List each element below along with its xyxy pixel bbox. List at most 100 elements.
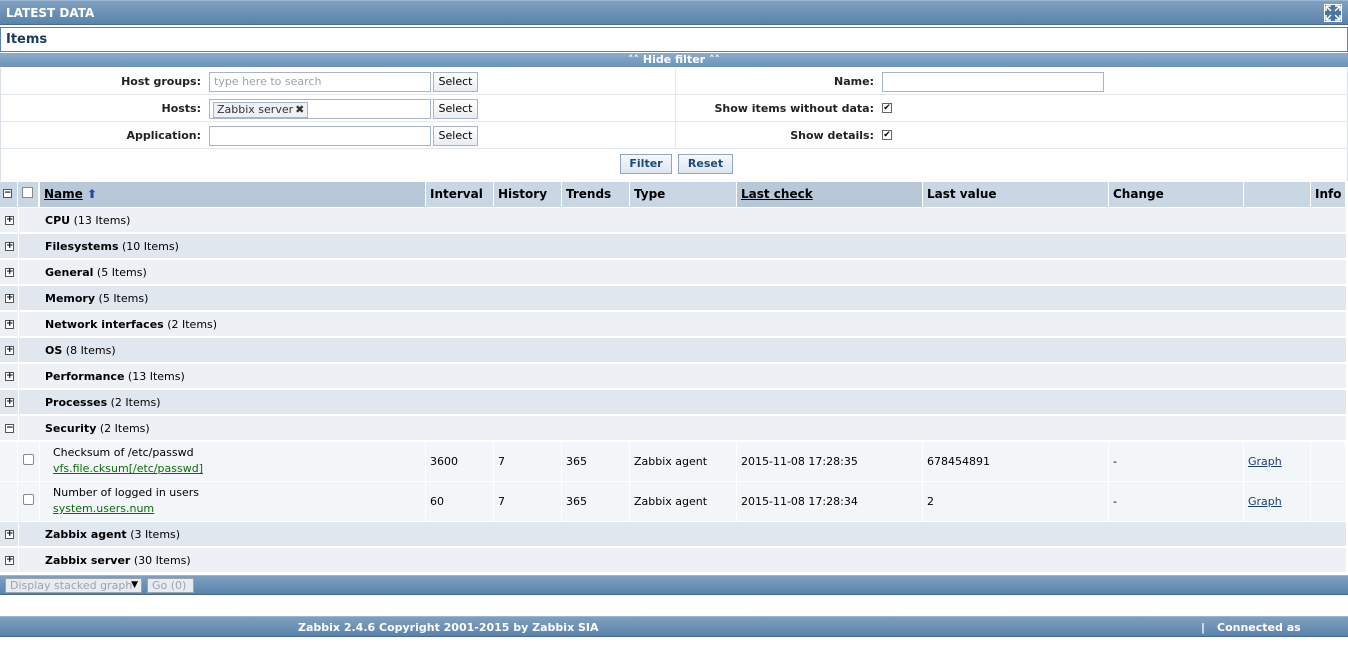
column-graph <box>1244 182 1311 207</box>
column-history: History <box>494 182 562 207</box>
group-label: Processes (2 Items) <box>45 396 161 409</box>
filter-panel: Host groups: type here to search Select … <box>0 68 1348 181</box>
select-all-checkbox-cell <box>18 182 39 207</box>
select-all-checkbox[interactable] <box>22 187 33 198</box>
page-header-title: LATEST DATA <box>6 6 95 20</box>
item-history: 7 <box>494 442 562 482</box>
application-label: Application: <box>126 129 201 142</box>
column-interval: Interval <box>426 182 494 207</box>
chevron-up-icon: ˄˄ <box>708 53 720 66</box>
group-row-security[interactable]: − Security (2 Items) <box>0 416 1346 441</box>
item-key-link[interactable]: system.users.num <box>53 501 199 517</box>
expand-icon[interactable]: + <box>5 268 14 277</box>
expand-icon[interactable]: + <box>5 294 14 303</box>
group-label: Zabbix server (30 Items) <box>45 554 191 567</box>
chevron-up-icon: ˄˄ <box>628 53 640 66</box>
item-type: Zabbix agent <box>630 482 737 522</box>
name-input[interactable] <box>882 72 1104 92</box>
expand-icon[interactable]: + <box>5 372 14 381</box>
host-chip: Zabbix server ✖ <box>213 102 309 118</box>
group-row-performance[interactable]: + Performance (13 Items) <box>0 364 1346 389</box>
filter-row-application: Application: Select Show details: ✔ <box>1 122 1348 149</box>
item-interval: 3600 <box>426 442 494 482</box>
fullscreen-icon[interactable] <box>1324 4 1342 22</box>
host-groups-label: Host groups: <box>121 75 201 88</box>
expand-icon[interactable]: + <box>5 556 14 565</box>
item-key-link[interactable]: vfs.file.cksum[/etc/passwd] <box>53 461 203 477</box>
remove-chip-icon[interactable]: ✖ <box>295 103 304 116</box>
group-row-cpu[interactable]: + CPU (13 Items) <box>0 208 1346 233</box>
expand-icon[interactable]: + <box>5 530 14 539</box>
group-row-processes[interactable]: + Processes (2 Items) <box>0 390 1346 415</box>
group-row-os[interactable]: + OS (8 Items) <box>0 338 1346 363</box>
column-name[interactable]: Name ⬆ <box>40 182 426 207</box>
application-input[interactable] <box>209 126 431 146</box>
item-interval: 60 <box>426 482 494 522</box>
application-select-button[interactable]: Select <box>433 126 478 146</box>
copyright-text: Zabbix 2.4.6 Copyright 2001-2015 by Zabb… <box>298 621 599 634</box>
page-footer: Zabbix 2.4.6 Copyright 2001-2015 by Zabb… <box>0 616 1348 655</box>
graph-link[interactable]: Graph <box>1248 495 1282 508</box>
page-header: LATEST DATA <box>0 0 1348 25</box>
item-history: 7 <box>494 482 562 522</box>
column-name-label[interactable]: Name <box>44 187 83 201</box>
show-details-checkbox[interactable]: ✔ <box>882 130 892 140</box>
column-change: Change <box>1109 182 1244 207</box>
item-last-check: 2015-11-08 17:28:34 <box>737 482 923 522</box>
footer-divider: | <box>1201 621 1206 634</box>
hosts-input[interactable]: Zabbix server ✖ <box>209 99 431 119</box>
table-row: Number of logged in users system.users.n… <box>0 482 1346 522</box>
hosts-label: Hosts: <box>161 102 201 115</box>
group-row-zabbix-server[interactable]: + Zabbix server (30 Items) <box>0 548 1346 573</box>
filter-toggle-label: Hide filter <box>642 53 706 66</box>
connected-as-text: Connected as 'Admin' <box>1217 621 1301 655</box>
expand-icon[interactable]: + <box>5 346 14 355</box>
column-last-check-label[interactable]: Last check <box>741 187 813 201</box>
item-change: - <box>1109 482 1244 522</box>
group-label: Memory (5 Items) <box>45 292 149 305</box>
item-last-value: 2 <box>923 482 1109 522</box>
column-trends: Trends <box>562 182 630 207</box>
column-last-value: Last value <box>923 182 1109 207</box>
name-label: Name: <box>834 75 874 88</box>
item-type: Zabbix agent <box>630 442 737 482</box>
column-type: Type <box>630 182 737 207</box>
expand-icon[interactable]: + <box>5 398 14 407</box>
show-without-data-label: Show items without data: <box>714 102 874 115</box>
filter-toggle[interactable]: ˄˄ Hide filter ˄˄ <box>0 53 1348 67</box>
group-row-general[interactable]: + General (5 Items) <box>0 260 1346 285</box>
filter-button[interactable]: Filter <box>620 154 672 174</box>
show-without-data-checkbox[interactable]: ✔ <box>882 103 892 113</box>
collapse-icon[interactable]: − <box>5 424 14 433</box>
group-row-memory[interactable]: + Memory (5 Items) <box>0 286 1346 311</box>
group-label: OS (8 Items) <box>45 344 116 357</box>
item-last-check: 2015-11-08 17:28:35 <box>737 442 923 482</box>
sort-asc-icon: ⬆ <box>86 187 98 201</box>
reset-button[interactable]: Reset <box>678 154 733 174</box>
dropdown-arrow-icon: ▼ <box>131 580 138 590</box>
group-label: Network interfaces (2 Items) <box>45 318 218 331</box>
filter-row-host-groups: Host groups: type here to search Select … <box>1 68 1348 95</box>
expand-icon[interactable]: + <box>5 320 14 329</box>
column-last-check[interactable]: Last check <box>737 182 923 207</box>
expand-icon[interactable]: + <box>5 242 14 251</box>
item-trends: 365 <box>562 442 630 482</box>
group-label: Performance (13 Items) <box>45 370 185 383</box>
go-button[interactable]: Go (0) <box>147 578 194 593</box>
graph-link[interactable]: Graph <box>1248 455 1282 468</box>
group-label: Filesystems (10 Items) <box>45 240 179 253</box>
action-select[interactable]: Display stacked graph ▼ <box>5 578 142 593</box>
item-name: Number of logged in users system.users.n… <box>53 486 200 517</box>
group-label: CPU (13 Items) <box>45 214 131 227</box>
group-row-zabbix-agent[interactable]: + Zabbix agent (3 Items) <box>0 522 1346 547</box>
group-label: Security (2 Items) <box>45 422 150 435</box>
hosts-select-button[interactable]: Select <box>433 99 478 119</box>
collapse-all-icon[interactable]: − <box>0 182 18 207</box>
group-row-filesystems[interactable]: + Filesystems (10 Items) <box>0 234 1346 259</box>
expand-icon[interactable]: + <box>5 216 14 225</box>
host-groups-select-button[interactable]: Select <box>433 72 478 92</box>
host-groups-input[interactable]: type here to search <box>209 72 431 92</box>
row-checkbox[interactable] <box>23 494 34 505</box>
group-row-network-interfaces[interactable]: + Network interfaces (2 Items) <box>0 312 1346 337</box>
row-checkbox[interactable] <box>23 454 34 465</box>
